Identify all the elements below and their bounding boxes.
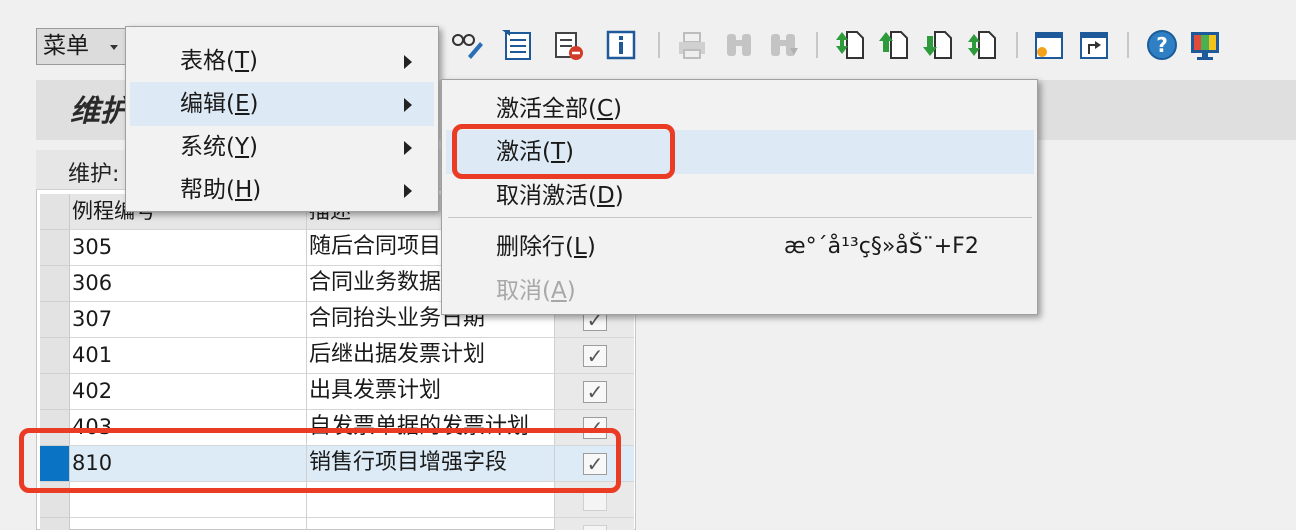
submenu-arrow-icon [404,141,412,155]
menu-item-label: 取消( [496,278,551,304]
cell-id[interactable]: 305 [70,230,307,266]
table-caption-text: 维护: [68,162,120,187]
menu-item-label: 表格( [180,48,235,74]
menu-item-hotkey: D [596,183,615,209]
row-selector[interactable] [40,230,70,266]
menu-item-label: 删除行( [496,234,574,260]
last-page-icon[interactable] [965,28,999,62]
active-checkbox[interactable] [583,525,607,530]
cell-active: ✓ [555,338,634,374]
toolbar-separator [1127,32,1129,58]
info-icon[interactable] [604,28,638,62]
menu-item-shortcut: æ°´å¹³ç§»åŠ¨+F2 [784,234,979,259]
edit-submenu: 激活全部(C) 激活(T) 取消激活(D) 删除行(L) æ°´å¹³ç§»åŠ… [441,79,1038,315]
annotation-highlight-activate [452,124,675,179]
select-all-cell[interactable] [40,194,70,230]
menu-item-suffix: ) [566,278,576,304]
menu-item-edit[interactable]: 编辑(E) [130,82,434,126]
active-checkbox[interactable]: ✓ [583,381,607,403]
menu-item-hotkey: A [550,278,567,304]
row-selector[interactable] [40,374,70,410]
submenu-arrow-icon [404,98,412,112]
submenu-item-deactivate[interactable]: 取消激活(D) [446,174,1034,218]
remove-layout-icon[interactable] [552,28,586,62]
first-page-icon[interactable] [833,28,867,62]
cell-description[interactable] [307,518,555,530]
previous-page-icon[interactable] [877,28,911,62]
menu-item-suffix: ) [614,183,624,209]
menu-item-suffix: ) [249,134,259,160]
menu-item-system[interactable]: 系统(Y) [130,125,434,169]
cell-id[interactable]: 402 [70,374,307,410]
menu-item-label: 取消激活( [496,183,597,209]
find-icon[interactable] [722,28,756,62]
cell-description[interactable]: 出具发票计划 [307,374,555,410]
customize-layout-icon[interactable] [1188,28,1222,62]
submenu-item-delete-row[interactable]: 删除行(L) æ°´å¹³ç§»åŠ¨+F2 [446,225,1034,269]
cell-id[interactable]: 306 [70,266,307,302]
menu-item-suffix: ) [586,234,596,260]
toolbar-separator [816,32,818,58]
table-row[interactable]: 402 出具发票计划 ✓ [40,374,634,410]
menu-item-hotkey: E [234,91,250,117]
submenu-arrow-icon [404,55,412,69]
active-checkbox[interactable]: ✓ [583,345,607,367]
row-selector[interactable] [40,302,70,338]
table-row[interactable] [40,518,634,530]
shortcut-icon[interactable] [1077,28,1111,62]
menu-item-suffix: ) [252,177,262,203]
table-row[interactable]: 401 后继出据发票计划 ✓ [40,338,634,374]
help-icon[interactable]: ? [1145,28,1179,62]
submenu-arrow-icon [404,184,412,198]
cell-id[interactable]: 401 [70,338,307,374]
menu-item-suffix: ) [249,91,259,117]
main-menu-dropdown: 表格(T) 编辑(E) 系统(Y) 帮助(H) [125,26,439,212]
row-selector[interactable] [40,518,70,530]
menu-separator [448,217,1032,218]
cell-description[interactable]: 后继出据发票计划 [307,338,555,374]
new-session-icon[interactable] [1032,28,1066,62]
row-selector[interactable] [40,266,70,302]
page-title: 维护 [70,94,130,129]
menu-item-hotkey: T [234,48,250,74]
menu-item-label: 激活全部( [496,96,597,122]
menu-item-suffix: ) [613,96,623,122]
cell-active: ✓ [555,374,634,410]
menu-item-table[interactable]: 表格(T) [130,39,434,83]
cell-active [555,518,634,530]
menu-item-hotkey: L [573,234,587,260]
print-icon[interactable] [675,28,709,62]
find-next-icon[interactable] [766,28,800,62]
menu-item-label: 帮助( [180,177,235,203]
submenu-item-cancel[interactable]: 取消(A) [446,269,1034,313]
next-page-icon[interactable] [921,28,955,62]
menu-item-hotkey: H [234,177,253,203]
caret-down-icon [110,45,118,50]
cell-id[interactable] [70,518,307,530]
svg-text:?: ? [1156,33,1168,57]
document-list-icon[interactable] [500,28,534,62]
menu-item-label: 编辑( [180,91,235,117]
toolbar-separator [658,32,660,58]
menu-button-label: 菜单 [43,33,89,59]
toolbar-separator [1016,32,1018,58]
menu-item-label: 系统( [180,134,235,160]
menu-button[interactable]: 菜单 [36,28,126,65]
glasses-pencil-icon[interactable] [450,28,484,62]
annotation-highlight-row [19,428,621,493]
row-selector[interactable] [40,338,70,374]
menu-item-help[interactable]: 帮助(H) [130,168,434,212]
menu-item-hotkey: C [596,96,614,122]
menu-item-hotkey: Y [234,134,250,160]
menu-item-suffix: ) [249,48,259,74]
cell-id[interactable]: 307 [70,302,307,338]
